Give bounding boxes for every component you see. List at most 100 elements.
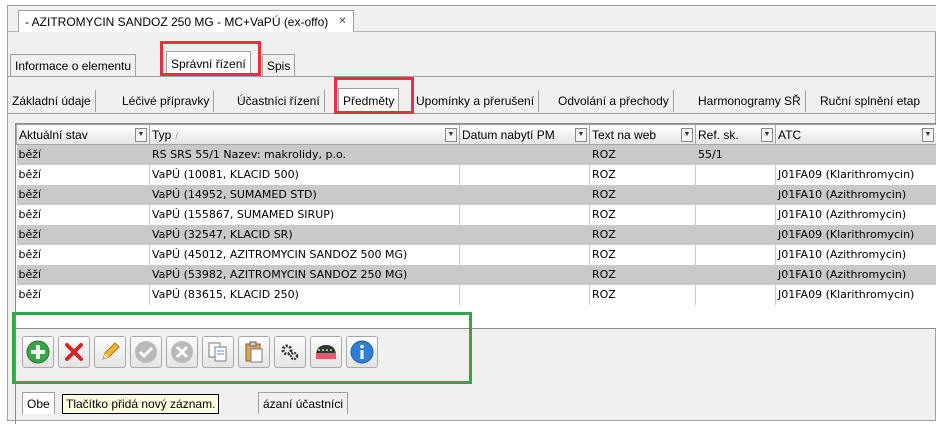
cell-atc: J01FA10 (Azithromycin) — [776, 245, 936, 265]
copy-icon — [206, 340, 230, 364]
tab-upominky-a-preruseni[interactable]: Upomínky a přerušení — [412, 90, 539, 112]
table-row[interactable]: běžíRS SRS 55/1 Nazev: makrolidy, p.o. RO… — [17, 145, 936, 165]
cell-typ: RS SRS 55/1 Nazev: makrolidy, p.o. — [150, 145, 460, 165]
tab-label: Účastníci řízení — [237, 94, 320, 108]
tab-label: Ruční splnění etap — [820, 94, 920, 108]
tab-spis[interactable]: Spis — [262, 54, 295, 76]
cancel-icon — [169, 339, 195, 365]
delete-icon — [62, 340, 86, 364]
cell-ref — [696, 245, 776, 265]
cell-atc: J01FA09 (Klarithromycin) — [776, 165, 936, 185]
cell-stav: běží — [17, 225, 150, 245]
cell-atc — [776, 145, 936, 165]
table-row[interactable]: běžíVaPÚ (14952, SUMAMED STD)ROZJ01FA10 … — [17, 185, 936, 205]
table-row[interactable]: běžíVaPÚ (10081, KLACID 500)ROZJ01FA09 (… — [17, 165, 936, 185]
cell-datum — [460, 145, 590, 165]
column-header-typ[interactable]: Typ/▼ — [150, 125, 460, 145]
cell-typ: VaPÚ (32547, KLACID SR) — [150, 225, 460, 245]
filter-dropdown-icon[interactable]: ▼ — [575, 128, 587, 142]
cell-stav: běží — [17, 145, 150, 165]
info-icon — [349, 339, 375, 365]
cell-datum — [460, 245, 590, 265]
cell-atc: J01FA10 (Azithromycin) — [776, 265, 936, 285]
cell-datum — [460, 185, 590, 205]
filter-dropdown-icon[interactable]: ▼ — [681, 128, 693, 142]
column-label: ATC — [778, 128, 801, 142]
tab-label: ázaní účastníci — [263, 397, 343, 411]
filter-dropdown-icon[interactable]: ▼ — [922, 128, 934, 142]
cell-atc: J01FA10 (Azithromycin) — [776, 185, 936, 205]
tab-harmonogramy-sr[interactable]: Harmonogramy SŘ — [694, 90, 806, 112]
visibility-button[interactable] — [310, 336, 342, 368]
close-icon[interactable]: ✕ — [338, 16, 346, 27]
cell-typ: VaPÚ (10081, KLACID 500) — [150, 165, 460, 185]
cancel-button[interactable] — [166, 336, 198, 368]
add-button[interactable] — [22, 336, 54, 368]
cell-web: ROZ — [590, 145, 696, 165]
tab-zakladni-udaje[interactable]: Základní údaje — [8, 90, 96, 112]
cell-datum — [460, 165, 590, 185]
cell-ref — [696, 285, 776, 305]
column-header-aktualni-stav[interactable]: Aktuální stav▼ — [17, 125, 150, 145]
divider — [8, 76, 936, 77]
cell-datum — [460, 225, 590, 245]
confirm-button[interactable] — [130, 336, 162, 368]
info-button[interactable] — [346, 336, 378, 368]
cell-ref — [696, 205, 776, 225]
cell-stav: běží — [17, 285, 150, 305]
grid-header-row: Aktuální stav▼ Typ/▼ Datum nabytí PM▼ Te… — [17, 125, 936, 145]
document-tab-title: - AZITROMYCIN SANDOZ 250 MG - MC+VaPÚ (e… — [25, 15, 328, 29]
tab-label: Obe — [27, 397, 50, 411]
cell-atc: J01FA09 (Klarithromycin) — [776, 225, 936, 245]
table-row[interactable]: běžíVaPÚ (53982, AZITROMYCIN SANDOZ 250 … — [17, 265, 936, 285]
tab-spravni-rizeni[interactable]: Správní řízení — [166, 51, 251, 76]
tab-informace-o-elementu[interactable]: Informace o elementu — [10, 54, 136, 76]
tab-ucastnici-rizeni[interactable]: Účastníci řízení — [233, 90, 325, 112]
cell-typ: VaPÚ (14952, SUMAMED STD) — [150, 185, 460, 205]
tab-lecive-pripravky[interactable]: Léčivé přípravky — [118, 90, 214, 112]
table-row[interactable]: běžíVaPÚ (155867, SUMAMED SIRUP)ROZJ01FA… — [17, 205, 936, 225]
table-row[interactable]: běžíVaPÚ (83615, KLACID 250)ROZJ01FA09 (… — [17, 285, 936, 305]
tab-odvolani-a-prechody[interactable]: Odvolání a přechody — [554, 90, 674, 112]
secondary-tab-bar: Základní údaje Léčivé přípravky Účastníc… — [8, 90, 936, 114]
cell-stav: běží — [17, 265, 150, 285]
column-header-text-na-web[interactable]: Text na web ▼ — [590, 125, 696, 145]
cell-ref — [696, 185, 776, 205]
table-row[interactable]: běžíVaPÚ (32547, KLACID SR)ROZJ01FA09 (K… — [17, 225, 936, 245]
tab-label: Léčivé přípravky — [122, 94, 209, 108]
visibility-icon — [313, 340, 339, 364]
tab-label: Spis — [267, 59, 290, 73]
cell-stav: běží — [17, 245, 150, 265]
column-header-ref-sk[interactable]: Ref. sk.▼ — [696, 125, 776, 145]
cell-ref — [696, 225, 776, 245]
column-label: Text na web — [592, 128, 656, 142]
tab-vazani-ucastnici[interactable]: ázaní účastníci — [258, 392, 348, 414]
table-row[interactable]: běžíVaPÚ (45012, AZITROMYCIN SANDOZ 500 … — [17, 245, 936, 265]
column-header-datum-nabyti-pm[interactable]: Datum nabytí PM▼ — [460, 125, 590, 145]
tab-rucni-splneni-etap[interactable]: Ruční splnění etap — [816, 90, 924, 112]
filter-dropdown-icon[interactable]: ▼ — [761, 128, 773, 142]
paste-button[interactable] — [238, 336, 270, 368]
edit-button[interactable] — [94, 336, 126, 368]
settings-button[interactable] — [274, 336, 306, 368]
cell-ref — [696, 265, 776, 285]
tab-predmety[interactable]: Předměty — [338, 88, 399, 113]
column-header-atc[interactable]: ATC ▼ — [776, 125, 936, 145]
filter-dropdown-icon[interactable]: ▼ — [135, 128, 147, 142]
filter-dropdown-icon[interactable]: ▼ — [445, 128, 457, 142]
cell-ref: 55/1 — [696, 145, 776, 165]
paste-icon — [242, 340, 266, 364]
tab-obecne[interactable]: Obe — [22, 392, 55, 414]
divider — [8, 113, 936, 114]
cell-datum — [460, 205, 590, 225]
main-window: - AZITROMYCIN SANDOZ 250 MG - MC+VaPÚ (e… — [7, 5, 936, 421]
cell-stav: běží — [17, 205, 150, 225]
cell-typ: VaPÚ (53982, AZITROMYCIN SANDOZ 250 MG) — [150, 265, 460, 285]
subjects-grid[interactable]: Aktuální stav▼ Typ/▼ Datum nabytí PM▼ Te… — [15, 123, 936, 329]
cell-typ: VaPÚ (45012, AZITROMYCIN SANDOZ 500 MG) — [150, 245, 460, 265]
cell-web: ROZ — [590, 205, 696, 225]
divider — [15, 329, 16, 424]
copy-button[interactable] — [202, 336, 234, 368]
delete-button[interactable] — [58, 336, 90, 368]
document-tab[interactable]: - AZITROMYCIN SANDOZ 250 MG - MC+VaPÚ (e… — [18, 10, 354, 32]
